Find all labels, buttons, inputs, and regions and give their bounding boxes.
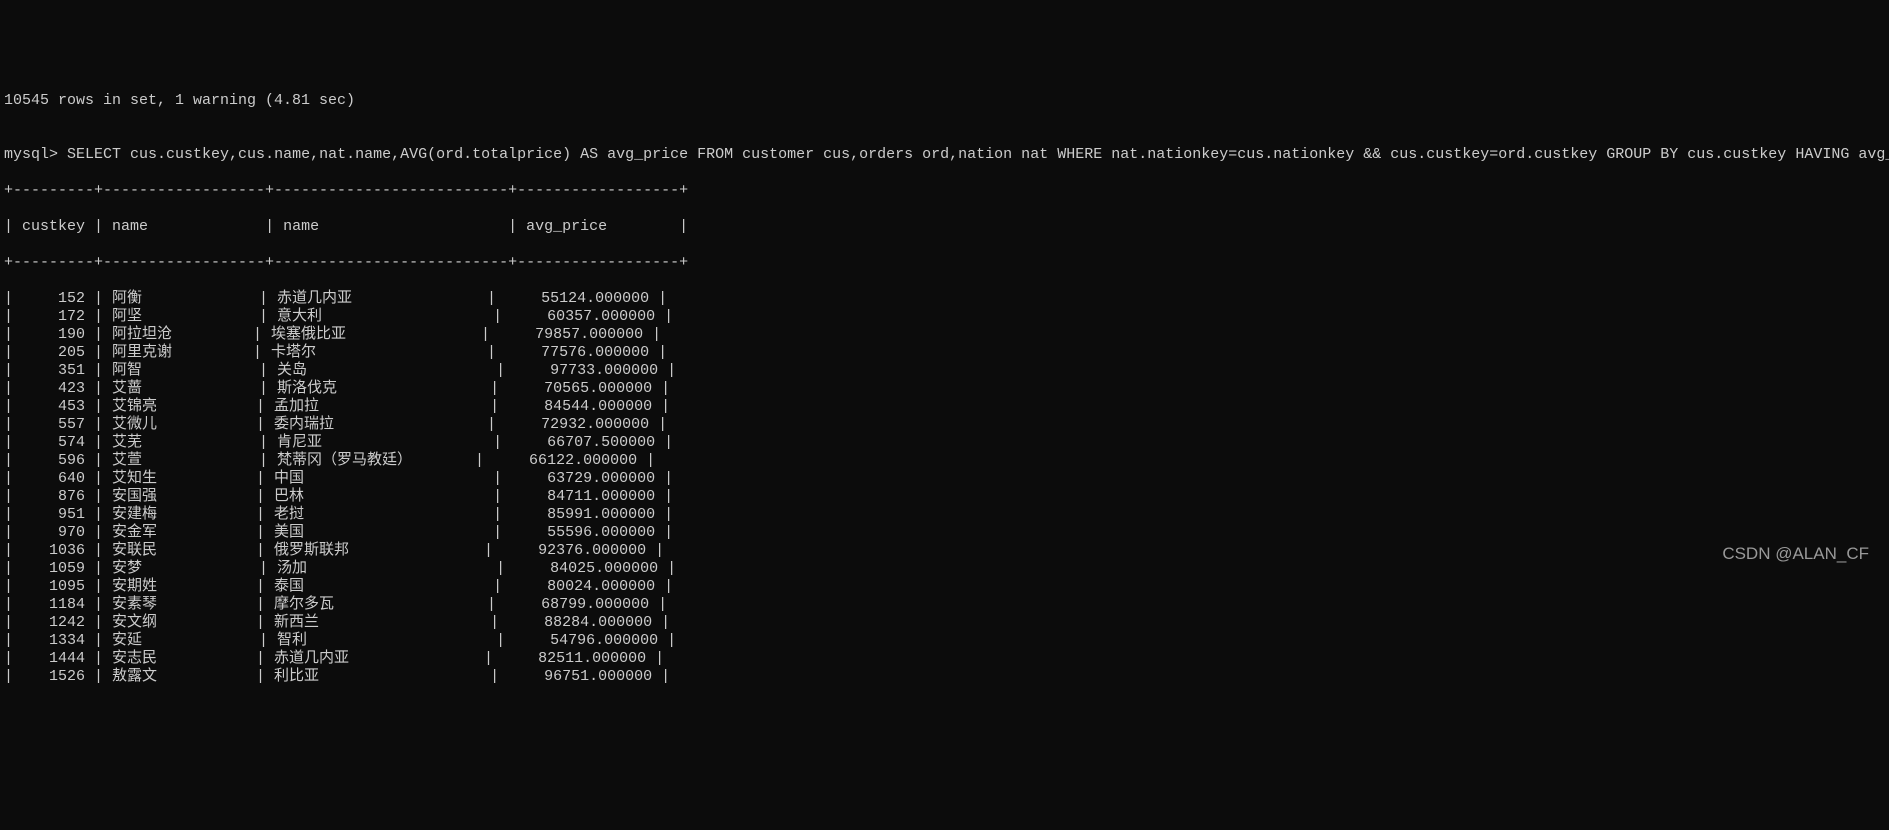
terminal-output: 10545 rows in set, 1 warning (4.81 sec) … (4, 74, 1885, 704)
table-row: | 596 | 艾萱 | 梵蒂冈（罗马教廷） | 66122.000000 | (4, 452, 1885, 470)
table-row: | 1184 | 安素琴 | 摩尔多瓦 | 68799.000000 | (4, 596, 1885, 614)
table-row: | 951 | 安建梅 | 老挝 | 85991.000000 | (4, 506, 1885, 524)
table-row: | 640 | 艾知生 | 中国 | 63729.000000 | (4, 470, 1885, 488)
table-row: | 1444 | 安志民 | 赤道几内亚 | 82511.000000 | (4, 650, 1885, 668)
table-row: | 351 | 阿智 | 关岛 | 97733.000000 | (4, 362, 1885, 380)
header-name2: name (283, 218, 319, 235)
table-row: | 970 | 安金军 | 美国 | 55596.000000 | (4, 524, 1885, 542)
table-body: | 152 | 阿衡 | 赤道几内亚 | 55124.000000 || 172… (4, 290, 1885, 686)
header-name1: name (112, 218, 148, 235)
header-custkey: custkey (22, 218, 85, 235)
table-row: | 1059 | 安梦 | 汤加 | 84025.000000 | (4, 560, 1885, 578)
header-avgprice: avg_price (526, 218, 607, 235)
table-row: | 190 | 阿拉坦沧 | 埃塞俄比亚 | 79857.000000 | (4, 326, 1885, 344)
table-row: | 1334 | 安延 | 智利 | 54796.000000 | (4, 632, 1885, 650)
table-row: | 1526 | 敖露文 | 利比亚 | 96751.000000 | (4, 668, 1885, 686)
sql-query: SELECT cus.custkey,cus.name,nat.name,AVG… (67, 146, 1889, 163)
table-header-row: | custkey | name | name | avg_price | (4, 218, 1885, 236)
table-row: | 453 | 艾锦亮 | 孟加拉 | 84544.000000 | (4, 398, 1885, 416)
table-row: | 876 | 安国强 | 巴林 | 84711.000000 | (4, 488, 1885, 506)
table-row: | 557 | 艾微儿 | 委内瑞拉 | 72932.000000 | (4, 416, 1885, 434)
table-border-mid: +---------+------------------+----------… (4, 254, 1885, 272)
table-border-top: +---------+------------------+----------… (4, 182, 1885, 200)
mysql-prompt: mysql> (4, 146, 58, 163)
table-row: | 1036 | 安联民 | 俄罗斯联邦 | 92376.000000 | (4, 542, 1885, 560)
table-row: | 1095 | 安期姓 | 泰国 | 80024.000000 | (4, 578, 1885, 596)
query-block: mysql> SELECT cus.custkey,cus.name,nat.n… (4, 146, 1885, 164)
table-row: | 205 | 阿里克谢 | 卡塔尔 | 77576.000000 | (4, 344, 1885, 362)
status-line: 10545 rows in set, 1 warning (4.81 sec) (4, 92, 1885, 110)
table-row: | 423 | 艾蔷 | 斯洛伐克 | 70565.000000 | (4, 380, 1885, 398)
watermark: CSDN @ALAN_CF (1722, 544, 1869, 564)
table-row: | 574 | 艾芜 | 肯尼亚 | 66707.500000 | (4, 434, 1885, 452)
table-row: | 1242 | 安文纲 | 新西兰 | 88284.000000 | (4, 614, 1885, 632)
table-row: | 172 | 阿坚 | 意大利 | 60357.000000 | (4, 308, 1885, 326)
table-row: | 152 | 阿衡 | 赤道几内亚 | 55124.000000 | (4, 290, 1885, 308)
